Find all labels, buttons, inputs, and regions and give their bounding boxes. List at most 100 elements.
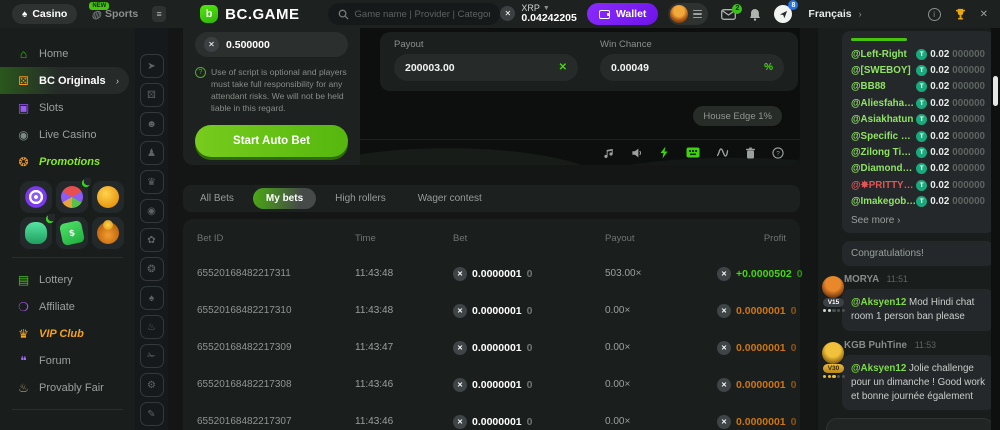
help-button[interactable]: ? (772, 147, 784, 159)
promo-piggy-bank[interactable] (92, 181, 124, 213)
rail-game-icon[interactable]: ❂ (140, 257, 164, 281)
page-scrollbar-track[interactable] (991, 28, 1000, 430)
mention-link[interactable]: @Aksyen12 (851, 363, 906, 374)
promo-wheel[interactable] (56, 181, 88, 213)
search-input[interactable] (355, 9, 491, 20)
sidebar-item-bc-originals[interactable]: ⚄ BC Originals › (0, 67, 129, 94)
wallet-button[interactable]: Wallet (587, 3, 659, 25)
promo-lucky-spin[interactable] (20, 181, 52, 213)
language-selector[interactable]: Français › (808, 8, 861, 20)
casino-toggle[interactable]: ♠ Casino (12, 4, 77, 24)
rail-game-icon[interactable]: ⚄ (140, 83, 164, 107)
bet-amount: ✕0.00000010 (453, 378, 605, 392)
sidebar-item-forum[interactable]: ❝ Forum (0, 347, 135, 374)
bet-amount: ✕0.00000010 (453, 267, 605, 281)
messages-button[interactable]: 2 (721, 9, 736, 20)
sidebar-item-live-casino[interactable]: ◉ Live Casino (0, 121, 135, 148)
tip-row[interactable]: @BB88T0.02000000 (851, 79, 985, 95)
music-button[interactable] (603, 147, 615, 159)
sound-button[interactable] (631, 147, 643, 159)
bet-multiplier: 0.00× (605, 379, 717, 390)
trophy-button[interactable] (954, 8, 967, 21)
message-bubble: @Aksyen12 Mod Hindi chat room 1 person b… (842, 289, 994, 331)
sports-toggle[interactable]: NEW ◍ Sports (91, 8, 138, 21)
tab-all-bets[interactable]: All Bets (187, 188, 247, 209)
start-auto-bet-button[interactable]: Start Auto Bet (195, 125, 348, 157)
tip-row[interactable]: @Zilong Tik TokT0.02000000 (851, 144, 985, 160)
sidebar-item-provably-fair[interactable]: ♨ Provably Fair (0, 374, 135, 401)
rail-game-icon[interactable]: ♠ (140, 286, 164, 310)
bet-amount-input[interactable]: ✕ 0.500000 (195, 32, 348, 57)
profile-button[interactable] (668, 3, 708, 25)
rail-game-icon[interactable]: ✿ (140, 228, 164, 252)
see-more-link[interactable]: See more › (851, 215, 985, 226)
promo-bonus-coin[interactable] (92, 217, 124, 249)
table-row[interactable]: 65520168482217309 11:43:47 ✕0.00000010 0… (197, 329, 786, 366)
sidebar-item-affiliate[interactable]: ❍ Affiliate (0, 293, 135, 320)
sidebar-item-vip-club[interactable]: ♛ VIP Club (0, 320, 135, 347)
sidebar-item-promotions[interactable]: ❂ Promotions (0, 148, 135, 175)
tip-row[interactable]: @Imakegob00m...T0.02000000 (851, 194, 985, 210)
username-link: @✸PRITTYS233✸ (851, 180, 916, 191)
bcgame-logo[interactable]: b BC.GAME (200, 5, 299, 23)
promo-cash-tag[interactable]: $ (56, 217, 88, 249)
chat-message: V30 KGB PuhTine 11:53 @Aksyen12 Jolie ch… (826, 340, 994, 411)
page-scrollbar-thumb[interactable] (993, 76, 998, 106)
sidebar-item-slots[interactable]: ▣ Slots (0, 94, 135, 121)
table-row[interactable]: 65520168482217310 11:43:48 ✕0.00000010 0… (197, 292, 786, 329)
chat-toggle-button[interactable]: 8 (774, 5, 792, 23)
bet-multiplier: 0.00× (605, 416, 717, 427)
tab-my-bets[interactable]: My bets (253, 188, 316, 209)
bet-multiplier: 0.00× (605, 342, 717, 353)
crown-icon: ♛ (16, 327, 31, 341)
rail-game-icon[interactable]: ♨ (140, 315, 164, 339)
tip-row[interactable]: @Aliesfahan1363T0.02000000 (851, 95, 985, 111)
rail-game-icon[interactable]: ☻ (140, 112, 164, 136)
chat-username[interactable]: MORYA (844, 274, 879, 285)
rail-game-icon[interactable]: ➤ (140, 54, 164, 78)
currency-selector[interactable]: ✕ XRP▼ 0.04242205 (500, 4, 576, 24)
payout-input[interactable]: 200003.00 ✕ (394, 54, 578, 81)
table-row[interactable]: 65520168482217311 11:43:48 ✕0.00000010 5… (197, 255, 786, 292)
close-icon[interactable]: ✕ (980, 9, 988, 20)
sidebar-item-home[interactable]: ⌂ Home (0, 40, 135, 67)
tip-row[interactable]: @[SWEBOY]T0.02000000 (851, 62, 985, 78)
sidebar-item-lottery[interactable]: ▤ Lottery (0, 266, 135, 293)
trophy-icon (954, 8, 967, 21)
chat-username[interactable]: KGB PuhTine (844, 340, 907, 351)
rail-game-icon[interactable]: ✁ (140, 344, 164, 368)
game-search[interactable] (328, 3, 501, 25)
notifications-button[interactable] (749, 8, 761, 21)
tab-wager-contest[interactable]: Wager contest (405, 188, 495, 209)
table-row[interactable]: 65520168482217308 11:43:46 ✕0.00000010 0… (197, 366, 786, 403)
table-row[interactable]: 65520168482217307 11:43:46 ✕0.00000010 0… (197, 403, 786, 430)
hotkeys-button[interactable] (686, 147, 700, 158)
rail-game-icon[interactable]: ◉ (140, 199, 164, 223)
rail-game-icon[interactable]: ♛ (140, 170, 164, 194)
tip-row[interactable]: @AsiakhatunT0.02000000 (851, 112, 985, 128)
win-chance-input[interactable]: 0.00049 % (600, 54, 784, 81)
clear-button[interactable] (745, 147, 756, 159)
rail-game-icon[interactable]: ♟ (140, 141, 164, 165)
mention-link[interactable]: @Aksyen12 (851, 297, 906, 308)
avatar[interactable] (822, 342, 844, 364)
turbo-button[interactable] (659, 146, 670, 159)
info-button[interactable]: i (928, 8, 941, 21)
rail-game-icon[interactable]: ⚙ (140, 373, 164, 397)
chat-input[interactable] (826, 418, 994, 430)
promo-rocket[interactable] (20, 217, 52, 249)
tip-row[interactable]: @Diamond◆Hu...T0.02000000 (851, 161, 985, 177)
avatar[interactable] (822, 276, 844, 298)
rail-game-icon[interactable]: ✎ (140, 402, 164, 426)
win-chance-field: Win Chance 0.00049 % (600, 39, 784, 81)
tip-row[interactable]: @Specific CowdenT0.02000000 (851, 128, 985, 144)
message-header: KGB PuhTine 11:53 (844, 340, 994, 351)
bet-multiplier: 0.00× (605, 305, 717, 316)
tip-row[interactable]: @✸PRITTYS233✸T0.02000000 (851, 177, 985, 193)
menu-button[interactable]: ≡ (152, 6, 166, 22)
usdt-coin-icon: T (916, 114, 927, 125)
bet-time: 11:43:48 (355, 268, 453, 279)
tab-high-rollers[interactable]: High rollers (322, 188, 399, 209)
tip-row[interactable]: @Left-RightT0.02000000 (851, 46, 985, 62)
stats-button[interactable] (716, 147, 729, 158)
